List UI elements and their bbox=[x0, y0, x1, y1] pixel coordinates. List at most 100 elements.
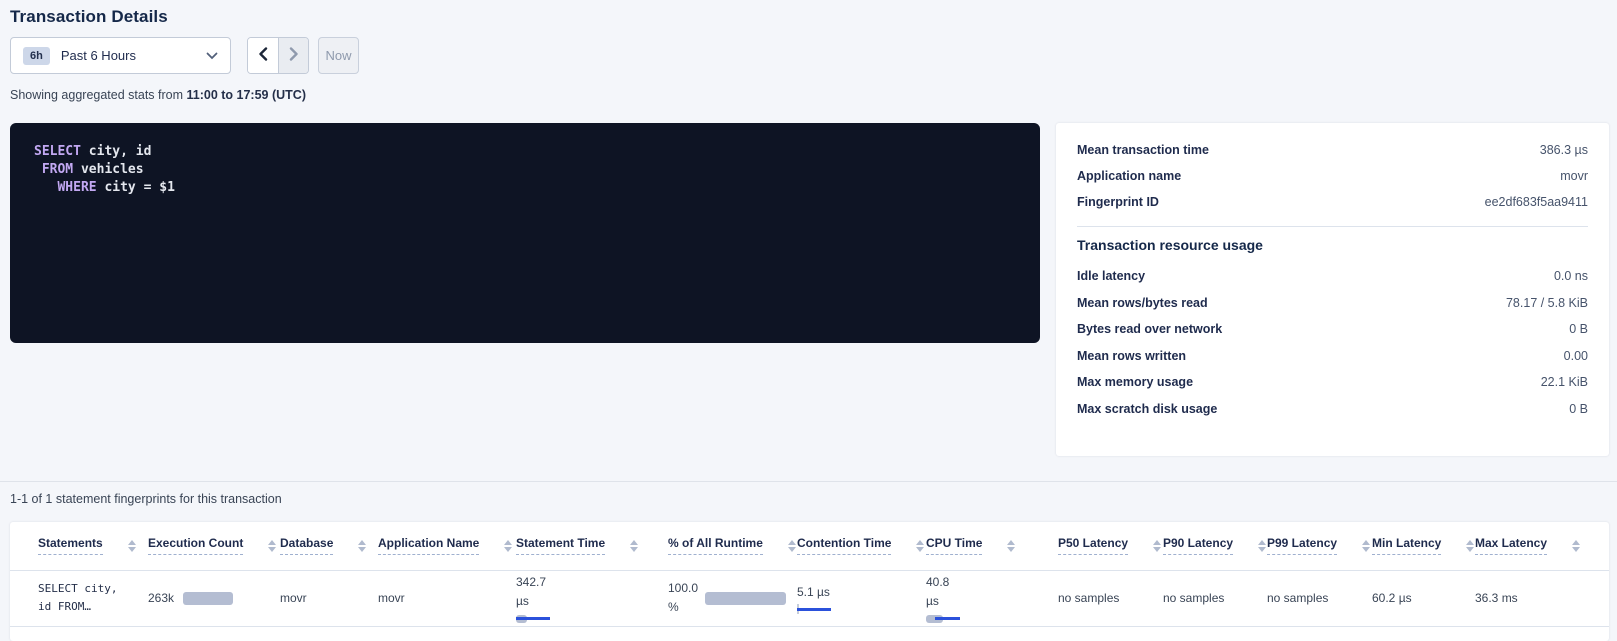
table-header-row: Statements Execution Count Database Appl… bbox=[10, 522, 1609, 570]
column-header-execution-count[interactable]: Execution Count bbox=[148, 536, 243, 555]
sql-line: SELECT city, id bbox=[34, 143, 1016, 161]
column-header-min-latency[interactable]: Min Latency bbox=[1372, 536, 1441, 555]
resource-label: Mean rows/bytes read bbox=[1077, 296, 1208, 310]
resource-usage-heading: Transaction resource usage bbox=[1077, 237, 1588, 253]
cpu-time-bar bbox=[926, 615, 960, 623]
sql-statement-box: SELECT city, id FROM vehicles WHERE city… bbox=[10, 123, 1040, 343]
resource-label: Max memory usage bbox=[1077, 375, 1193, 389]
database-cell: movr bbox=[280, 591, 307, 605]
sort-icon[interactable] bbox=[1007, 540, 1015, 552]
stats-line-range: 11:00 to 17:59 (UTC) bbox=[187, 88, 306, 102]
resource-label: Max scratch disk usage bbox=[1077, 402, 1217, 416]
summary-row: Mean transaction time 386.3 µs bbox=[1077, 137, 1588, 163]
statements-table: Statements Execution Count Database Appl… bbox=[10, 522, 1609, 627]
resource-value: 0.0 ns bbox=[1554, 269, 1588, 283]
transaction-summary-panel: Mean transaction time 386.3 µs Applicati… bbox=[1056, 123, 1609, 456]
column-header-max-latency[interactable]: Max Latency bbox=[1475, 536, 1547, 555]
column-header-statement-time[interactable]: Statement Time bbox=[516, 536, 605, 555]
column-header-contention-time[interactable]: Contention Time bbox=[797, 536, 891, 555]
resource-row: Mean rows written 0.00 bbox=[1077, 343, 1588, 370]
column-header-cpu-time[interactable]: CPU Time bbox=[926, 536, 982, 555]
time-step-buttons bbox=[247, 37, 309, 74]
contention-time-cell: 5.1 µs bbox=[797, 583, 926, 614]
resource-row: Idle latency 0.0 ns bbox=[1077, 263, 1588, 290]
aggregated-stats-line: Showing aggregated stats from 11:00 to 1… bbox=[10, 88, 1609, 102]
resource-value: 0.00 bbox=[1564, 349, 1588, 363]
summary-row: Fingerprint ID ee2df683f5aa9411 bbox=[1077, 189, 1588, 215]
column-header-application-name[interactable]: Application Name bbox=[378, 536, 479, 555]
execution-count-bar bbox=[183, 592, 233, 605]
column-header-p99-latency[interactable]: P99 Latency bbox=[1267, 536, 1337, 555]
resource-label: Bytes read over network bbox=[1077, 322, 1222, 336]
sort-icon[interactable] bbox=[1466, 540, 1474, 552]
summary-value: ee2df683f5aa9411 bbox=[1485, 195, 1588, 209]
statement-time-cell: 342.7µs bbox=[516, 573, 668, 622]
page-title: Transaction Details bbox=[10, 0, 1609, 27]
sort-icon[interactable] bbox=[1572, 540, 1580, 552]
prev-time-button[interactable] bbox=[248, 38, 278, 73]
chevron-right-icon bbox=[289, 47, 299, 64]
summary-label: Mean transaction time bbox=[1077, 143, 1209, 157]
p99-latency-cell: no samples bbox=[1267, 591, 1328, 605]
summary-label: Application name bbox=[1077, 169, 1181, 183]
min-latency-cell: 60.2 µs bbox=[1372, 591, 1412, 605]
contention-time-bar bbox=[797, 605, 831, 613]
max-latency-cell: 36.3 ms bbox=[1475, 591, 1518, 605]
sql-line: FROM vehicles bbox=[34, 161, 1016, 179]
chevron-left-icon bbox=[258, 47, 268, 64]
p50-latency-cell: no samples bbox=[1058, 591, 1119, 605]
sort-icon[interactable] bbox=[1362, 540, 1370, 552]
sort-icon[interactable] bbox=[128, 540, 136, 552]
resource-row: Max scratch disk usage 0 B bbox=[1077, 396, 1588, 423]
sort-icon[interactable] bbox=[788, 540, 796, 552]
resource-label: Idle latency bbox=[1077, 269, 1145, 283]
time-range-dropdown[interactable]: 6h Past 6 Hours bbox=[10, 37, 231, 74]
now-button[interactable]: Now bbox=[318, 37, 359, 74]
summary-label: Fingerprint ID bbox=[1077, 195, 1159, 209]
sort-icon[interactable] bbox=[268, 540, 276, 552]
section-divider bbox=[0, 481, 1617, 482]
statement-row: SELECT city,id FROM… 263k movr movr 342.… bbox=[10, 570, 1609, 626]
runtime-pct-cell: 100.0% bbox=[668, 579, 797, 616]
p90-latency-cell: no samples bbox=[1163, 591, 1224, 605]
column-header-p90-latency[interactable]: P90 Latency bbox=[1163, 536, 1233, 555]
execution-count-cell: 263k bbox=[148, 591, 280, 605]
chevron-down-icon bbox=[206, 52, 218, 60]
resource-value: 0 B bbox=[1569, 402, 1588, 416]
sql-line: WHERE city = $1 bbox=[34, 179, 1016, 197]
column-header-database[interactable]: Database bbox=[280, 536, 333, 555]
statement-time-bar bbox=[516, 615, 550, 623]
sort-icon[interactable] bbox=[504, 540, 512, 552]
panel-divider bbox=[1077, 226, 1588, 227]
sort-icon[interactable] bbox=[1258, 540, 1266, 552]
stats-line-prefix: Showing aggregated stats from bbox=[10, 88, 187, 102]
resource-label: Mean rows written bbox=[1077, 349, 1186, 363]
next-time-button[interactable] bbox=[278, 38, 308, 73]
sort-icon[interactable] bbox=[630, 540, 638, 552]
cpu-time-cell: 40.8µs bbox=[926, 573, 1058, 622]
resource-value: 22.1 KiB bbox=[1541, 375, 1588, 389]
summary-value: movr bbox=[1560, 169, 1588, 183]
sort-icon[interactable] bbox=[916, 540, 924, 552]
resource-row: Bytes read over network 0 B bbox=[1077, 316, 1588, 343]
column-header-p50-latency[interactable]: P50 Latency bbox=[1058, 536, 1128, 555]
resource-row: Max memory usage 22.1 KiB bbox=[1077, 369, 1588, 396]
resource-row: Mean rows/bytes read 78.17 / 5.8 KiB bbox=[1077, 290, 1588, 317]
summary-value: 386.3 µs bbox=[1540, 143, 1588, 157]
statements-table-card: Statements Execution Count Database Appl… bbox=[10, 522, 1609, 641]
column-header-statements[interactable]: Statements bbox=[38, 536, 103, 555]
application-name-cell: movr bbox=[378, 591, 405, 605]
resource-value: 0 B bbox=[1569, 322, 1588, 336]
resource-value: 78.17 / 5.8 KiB bbox=[1506, 296, 1588, 310]
sort-icon[interactable] bbox=[1153, 540, 1161, 552]
transaction-details-page: Transaction Details 6h Past 6 Hours Now … bbox=[0, 0, 1617, 641]
main-grid: SELECT city, id FROM vehicles WHERE city… bbox=[10, 123, 1609, 456]
runtime-pct-bar bbox=[705, 592, 786, 605]
column-header-runtime-pct[interactable]: % of All Runtime bbox=[668, 536, 763, 555]
statement-link[interactable]: SELECT city,id FROM… bbox=[38, 580, 148, 615]
summary-row: Application name movr bbox=[1077, 163, 1588, 189]
sort-icon[interactable] bbox=[358, 540, 366, 552]
statements-table-caption: 1-1 of 1 statement fingerprints for this… bbox=[10, 492, 1609, 506]
time-controls: 6h Past 6 Hours Now bbox=[10, 37, 1609, 74]
time-range-label: Past 6 Hours bbox=[61, 48, 136, 63]
